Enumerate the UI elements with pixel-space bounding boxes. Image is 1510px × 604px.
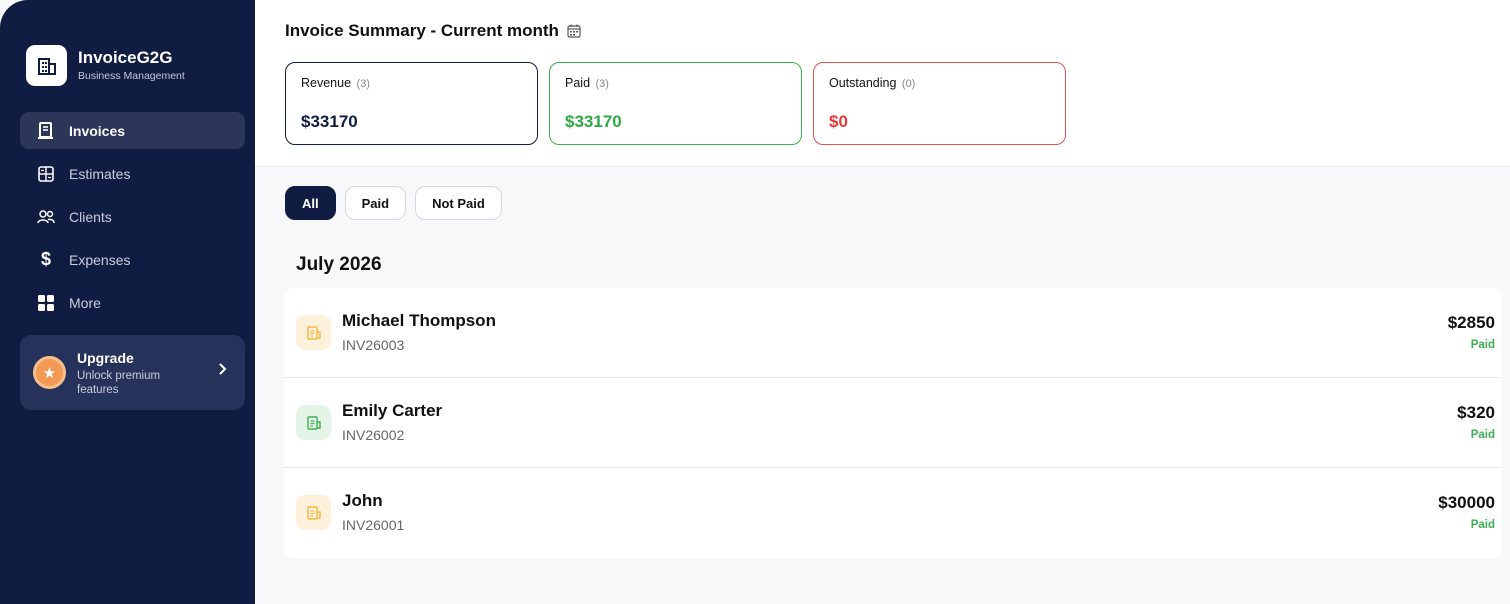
paid-value: $33170 xyxy=(565,112,622,131)
sidebar-item-label: Clients xyxy=(69,208,112,225)
invoice-number: INV26002 xyxy=(342,427,405,443)
brand[interactable]: InvoiceG2G Business Management xyxy=(26,45,185,86)
paid-label: Paid (3) xyxy=(565,76,609,90)
users-icon xyxy=(37,208,55,226)
invoice-row[interactable]: Emily Carter INV26002 $320 Paid xyxy=(284,378,1502,468)
invoice-amount: $30000 xyxy=(1438,493,1495,512)
invoice-list: Michael Thompson INV26003 $2850 Paid Emi… xyxy=(284,288,1502,558)
revenue-label-text: Revenue xyxy=(301,76,352,90)
status-badge: Paid xyxy=(1470,429,1495,441)
outstanding-card[interactable]: Outstanding (0) $0 xyxy=(813,62,1066,145)
sidebar-item-estimates[interactable]: Estimates xyxy=(20,155,245,192)
sidebar-item-label: More xyxy=(69,294,101,311)
filter-all[interactable]: All xyxy=(285,186,336,220)
sidebar-item-clients[interactable]: Clients xyxy=(20,198,245,235)
calendar-icon[interactable] xyxy=(567,24,581,38)
summary-title: Invoice Summary - Current month xyxy=(285,21,581,41)
invoice-number: INV26003 xyxy=(342,337,405,353)
invoice-row[interactable]: John INV26001 $30000 Paid xyxy=(284,468,1502,558)
paid-count: (3) xyxy=(595,78,609,90)
upgrade-title: Upgrade xyxy=(77,349,134,366)
revenue-count: (3) xyxy=(356,78,370,90)
filter-paid[interactable]: Paid xyxy=(344,186,407,220)
summary-title-text: Invoice Summary - Current month xyxy=(285,21,559,40)
invoice-amount: $320 xyxy=(1457,403,1495,422)
revenue-label: Revenue (3) xyxy=(301,76,370,90)
summary-panel: Invoice Summary - Current month Revenue … xyxy=(255,0,1510,167)
sidebar-item-label: Estimates xyxy=(69,165,131,182)
invoice-number: INV26001 xyxy=(342,517,405,533)
invoice-doc-icon xyxy=(296,405,331,440)
brand-subtitle: Business Management xyxy=(78,70,185,82)
invoice-doc-icon xyxy=(296,315,331,350)
dollar-icon: $ xyxy=(40,249,51,269)
invoice-row[interactable]: Michael Thompson INV26003 $2850 Paid xyxy=(284,288,1502,378)
chevron-right-icon xyxy=(219,362,227,380)
sidebar-item-expenses[interactable]: $ Expenses xyxy=(20,241,245,278)
outstanding-label: Outstanding (0) xyxy=(829,76,915,90)
status-badge: Paid xyxy=(1470,339,1495,351)
filter-not-paid[interactable]: Not Paid xyxy=(415,186,502,220)
outstanding-label-text: Outstanding xyxy=(829,76,897,90)
paid-label-text: Paid xyxy=(565,76,591,90)
client-name: Emily Carter xyxy=(342,401,443,420)
revenue-card[interactable]: Revenue (3) $33170 xyxy=(285,62,538,145)
invoice-doc-icon xyxy=(296,495,331,530)
upgrade-subtitle: Unlock premium features xyxy=(77,369,161,396)
client-name: Michael Thompson xyxy=(342,311,496,330)
sidebar-item-invoices[interactable]: Invoices xyxy=(20,112,245,149)
sidebar-nav: Invoices Estimates Clients $ Expenses Mo… xyxy=(20,112,245,327)
revenue-value: $33170 xyxy=(301,112,358,131)
sidebar-item-label: Expenses xyxy=(69,251,131,268)
grid-icon xyxy=(37,294,55,312)
star-icon: ★ xyxy=(33,356,66,389)
brand-name: InvoiceG2G xyxy=(78,48,173,67)
month-heading: July 2026 xyxy=(296,254,382,275)
filter-chips: All Paid Not Paid xyxy=(285,186,511,220)
calculator-icon xyxy=(37,165,55,183)
invoice-amount: $2850 xyxy=(1447,313,1495,332)
sidebar-item-more[interactable]: More xyxy=(20,284,245,321)
outstanding-count: (0) xyxy=(901,78,916,90)
sidebar-item-label: Invoices xyxy=(69,122,126,139)
status-badge: Paid xyxy=(1470,519,1495,531)
receipt-icon xyxy=(37,122,55,140)
upgrade-card[interactable]: ★ Upgrade Unlock premium features xyxy=(20,335,245,410)
client-name: John xyxy=(342,491,383,510)
outstanding-value: $0 xyxy=(829,112,848,131)
sidebar: InvoiceG2G Business Management Invoices … xyxy=(0,0,255,604)
building-icon xyxy=(26,45,67,86)
paid-card[interactable]: Paid (3) $33170 xyxy=(549,62,802,145)
